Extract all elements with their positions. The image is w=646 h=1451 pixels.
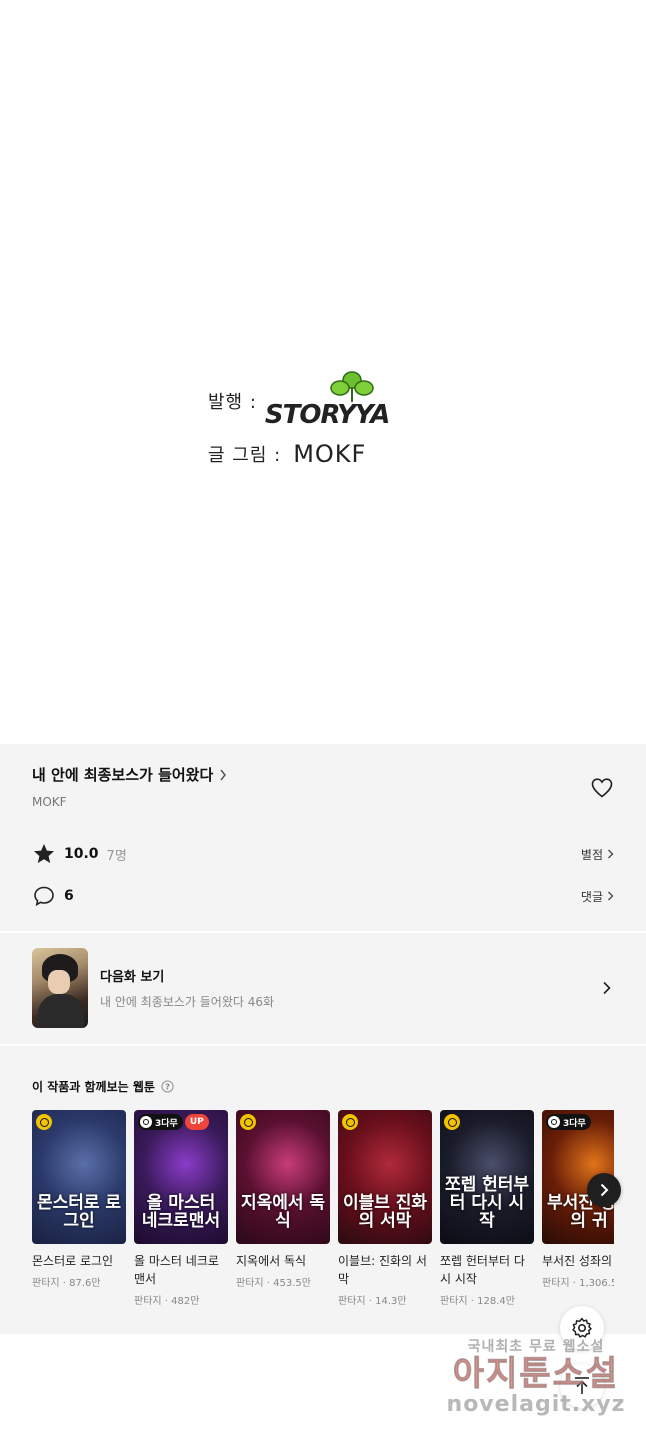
gear-icon	[572, 1317, 592, 1338]
recommendation-title: 쪼렙 헌터부터 다시 시작	[440, 1254, 525, 1286]
recommendation-cover: 몬스터로 로그인	[32, 1110, 126, 1244]
comments-link-label: 댓글	[580, 889, 603, 904]
settings-button[interactable]	[560, 1306, 604, 1350]
recommendation-meta: 판타지 · 128.4만	[440, 1296, 515, 1307]
next-episode-thumbnail	[32, 948, 88, 1028]
heart-icon[interactable]	[590, 776, 614, 800]
help-icon[interactable]: ?	[161, 1080, 174, 1093]
rating-row: 10.0 7명 별점	[32, 842, 614, 866]
chevron-right-icon	[608, 891, 614, 901]
up-badge: UP	[184, 1114, 209, 1130]
series-author: MOKF	[32, 795, 67, 809]
recommendation-title: 부서진 성좌의 귀	[542, 1254, 614, 1268]
chevron-right-icon	[600, 1183, 609, 1197]
recommendation-cover-text: 쪼렙 헌터부터 다시 시작	[444, 1175, 530, 1231]
recommendation-cover-text: 몬스터로 로그인	[36, 1193, 122, 1231]
rating-count: 7명	[106, 848, 127, 864]
next-episode-subtitle: 내 안에 최종보스가 들어왔다 46화	[100, 995, 275, 1009]
wait-free-label: 3다무	[155, 1118, 178, 1129]
recommendation-cover: 이블브 진화의 서막	[338, 1110, 432, 1244]
series-title: 내 안에 최종보스가 들어왔다	[32, 766, 214, 784]
recommendation-cover-text: 이블브 진화의 서막	[342, 1193, 428, 1231]
svg-text:?: ?	[165, 1081, 170, 1091]
series-title-link[interactable]: 내 안에 최종보스가 들어왔다	[32, 764, 227, 785]
recommendation-card[interactable]: 몬스터로 로그인 몬스터로 로그인 판타지 · 87.6만	[32, 1110, 126, 1289]
clock-badge-icon	[240, 1114, 256, 1130]
comment-count: 6	[64, 888, 74, 904]
chevron-right-icon	[608, 849, 614, 859]
recommendations-title: 이 작품과 함께보는 웹툰	[32, 1080, 155, 1094]
next-episode-button[interactable]: 다음화 보기 내 안에 최종보스가 들어왔다 46화	[32, 948, 614, 1028]
clover-icon	[330, 371, 374, 402]
rating-link[interactable]: 별점	[581, 846, 614, 863]
divider	[0, 931, 646, 933]
recommendation-card[interactable]: 올 마스터 네크로맨서 3다무 UP 올 마스터 네크로맨서판타지 · 482만	[134, 1110, 228, 1307]
recommendation-cover: 지옥에서 독식	[236, 1110, 330, 1244]
recommendation-title: 지옥에서 독식	[236, 1254, 307, 1268]
rating-value: 10.0	[64, 846, 99, 862]
publisher-logo: STORYYA	[265, 370, 390, 432]
episode-info-panel: 내 안에 최종보스가 들어왔다 MOKF 10.0 7명 별점 6 댓글 다음화…	[0, 744, 646, 1334]
recommendation-meta: 판타지 · 87.6만	[32, 1278, 101, 1289]
recommendation-cover-text: 지옥에서 독식	[240, 1193, 326, 1231]
publisher-logo-text: STORYYA	[264, 400, 390, 430]
scroll-to-top-button[interactable]	[560, 1364, 604, 1408]
writer-credit: 글 그림 : MOKF	[208, 440, 366, 468]
clock-badge-icon	[342, 1114, 358, 1130]
recommendations-heading: 이 작품과 함께보는 웹툰 ?	[32, 1078, 174, 1095]
series-header: 내 안에 최종보스가 들어왔다 MOKF	[32, 764, 227, 809]
wait-free-badge: 3다무	[138, 1114, 183, 1130]
rating-link-label: 별점	[580, 847, 603, 862]
recommendation-meta: 판타지 · 1,306.5	[542, 1278, 614, 1289]
recommendation-meta: 판타지 · 482만	[134, 1296, 200, 1307]
comments-link[interactable]: 댓글	[581, 888, 614, 905]
comments-row: 6 댓글	[32, 884, 614, 908]
wait-free-badge: 3다무	[546, 1114, 591, 1130]
writer-label: 글 그림 :	[208, 445, 282, 466]
recommendations-carousel[interactable]: 몬스터로 로그인 몬스터로 로그인 판타지 · 87.6만 올 마스터 네크로맨서 3다…	[32, 1110, 614, 1320]
recommendation-cover: 올 마스터 네크로맨서 3다무 UP	[134, 1110, 228, 1244]
writer-name: MOKF	[293, 440, 367, 468]
chevron-right-icon	[603, 981, 611, 995]
comment-bubble-icon	[34, 886, 54, 907]
recommendation-meta: 판타지 · 453.5만	[236, 1278, 311, 1289]
recommendation-card[interactable]: 지옥에서 독식 지옥에서 독식 판타지 · 453.5만	[236, 1110, 330, 1289]
arrow-up-icon	[575, 1377, 589, 1394]
clock-badge-icon	[444, 1114, 460, 1130]
next-episode-label: 다음화 보기	[100, 970, 165, 985]
recommendation-title: 몬스터로 로그인	[32, 1254, 114, 1268]
divider	[0, 1044, 646, 1046]
recommendation-card[interactable]: 쪼렙 헌터부터 다시 시작 쪼렙 헌터부터 다시 시작 판타지 · 128.4만	[440, 1110, 534, 1307]
recommendation-meta: 판타지 · 14.3만	[338, 1296, 407, 1307]
publisher-credit: 발행 : STORYYA	[208, 370, 390, 432]
viewer-page: 발행 : STORYYA 글 그림 : MOKF 내 안에 최종보스가 들어왔다	[0, 0, 646, 1451]
recommendation-title: 올 마스터 네크로맨서	[134, 1254, 219, 1286]
clock-icon	[548, 1116, 560, 1128]
clock-icon	[140, 1116, 152, 1128]
recommendation-cover: 쪼렙 헌터부터 다시 시작	[440, 1110, 534, 1244]
credits-panel: 발행 : STORYYA 글 그림 : MOKF	[0, 0, 646, 744]
recommendation-cover-text: 올 마스터 네크로맨서	[141, 1193, 221, 1231]
wait-free-label: 3다무	[563, 1118, 586, 1129]
chevron-right-icon	[220, 769, 227, 780]
publisher-label: 발행 :	[208, 392, 257, 413]
carousel-next-button[interactable]	[587, 1173, 621, 1207]
recommendation-title: 이블브: 진화의 서막	[338, 1254, 427, 1286]
star-icon	[34, 844, 54, 863]
recommendation-card[interactable]: 이블브 진화의 서막이블브: 진화의 서막판타지 · 14.3만	[338, 1110, 432, 1307]
clock-badge-icon	[36, 1114, 52, 1130]
